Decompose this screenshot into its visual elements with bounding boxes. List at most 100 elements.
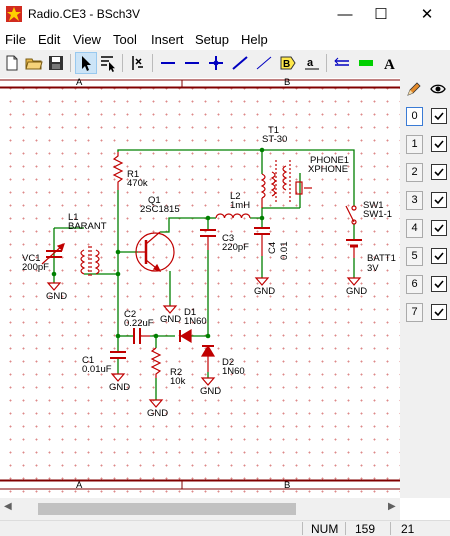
- text-icon[interactable]: A: [380, 53, 400, 73]
- c1-value: 0.01uF: [82, 364, 112, 375]
- layer-row[interactable]: 6: [406, 274, 447, 294]
- layer-row[interactable]: 7: [406, 302, 447, 322]
- checkmark-icon: [434, 168, 444, 177]
- drawing-frame: [0, 79, 400, 490]
- toolbar: B a A: [0, 50, 450, 79]
- c3-value: 220pF: [222, 242, 249, 253]
- d1-value: 1N60: [184, 316, 207, 327]
- phone1-value: XPHONE: [308, 164, 349, 175]
- components: [41, 152, 362, 378]
- entry-icon[interactable]: [332, 53, 352, 73]
- layer-number-button[interactable]: 0: [406, 107, 423, 126]
- schematic-canvas[interactable]: A B A B T1 ST-30 PHONE1 XPHONE R1 470k Q…: [0, 78, 400, 498]
- layer-row[interactable]: 5: [406, 246, 447, 266]
- menu-tool[interactable]: Tool: [113, 32, 137, 47]
- layer-row[interactable]: 2: [406, 162, 447, 182]
- status-num: NUM: [311, 522, 339, 536]
- status-bar: NUM 159 21: [0, 520, 450, 536]
- layer-row[interactable]: 4: [406, 218, 447, 238]
- label-icon[interactable]: B: [278, 53, 298, 73]
- gnd-label-vc1: GND: [46, 291, 68, 302]
- frame-col-top-b: B: [284, 78, 291, 88]
- q1-value: 2SC1815: [140, 204, 180, 215]
- bus-icon[interactable]: [182, 53, 202, 73]
- component-icon[interactable]: [356, 53, 376, 73]
- layer-visible-checkbox[interactable]: [431, 304, 447, 320]
- layer-number-button[interactable]: 1: [406, 135, 423, 154]
- layer-panel: 0 1 2 3 4 5 6 7: [400, 78, 450, 498]
- menu-insert[interactable]: Insert: [151, 32, 184, 47]
- sw1-value: SW1-1: [363, 209, 393, 220]
- checkmark-icon: [434, 224, 444, 233]
- layer-visible-checkbox[interactable]: [431, 164, 447, 180]
- layer-visible-checkbox[interactable]: [431, 136, 447, 152]
- junction-icon[interactable]: [206, 53, 226, 73]
- dash-line-icon[interactable]: [230, 53, 250, 73]
- menu-help[interactable]: Help: [241, 32, 268, 47]
- r1-value: 470k: [127, 178, 148, 189]
- checkmark-icon: [434, 112, 444, 121]
- checkmark-icon: [434, 252, 444, 261]
- scroll-left-icon[interactable]: ◀: [4, 501, 12, 512]
- checkmark-icon: [434, 308, 444, 317]
- menu-edit[interactable]: Edit: [38, 32, 60, 47]
- gnd-label-q1: GND: [160, 314, 182, 325]
- t1-value: ST-30: [262, 134, 288, 145]
- checkmark-icon: [434, 196, 444, 205]
- c4-value: 0.01: [279, 241, 290, 261]
- wire-icon[interactable]: [158, 53, 178, 73]
- minimize-button[interactable]: —: [330, 0, 360, 30]
- menu-bar: File Edit View Tool Insert Setup Help: [0, 30, 450, 50]
- checkmark-icon: [434, 280, 444, 289]
- layer-visible-checkbox[interactable]: [431, 220, 447, 236]
- pencil-icon: [407, 82, 421, 96]
- layer-row[interactable]: 3: [406, 190, 447, 210]
- vc1-value: 200pF: [22, 262, 49, 273]
- frame-col-top-a: A: [76, 78, 83, 88]
- thin-line-icon[interactable]: [254, 53, 274, 73]
- open-file-icon[interactable]: [24, 53, 44, 73]
- window-title: Radio.CE3 - BSch3V: [28, 7, 141, 21]
- label-letter: B: [283, 59, 290, 70]
- horizontal-scrollbar[interactable]: ◀ ▶: [0, 498, 400, 520]
- layer-number-button[interactable]: 2: [406, 163, 423, 182]
- gnd-label-r2: GND: [147, 408, 169, 419]
- scrollbar-thumb[interactable]: [38, 503, 296, 515]
- layer-visible-checkbox[interactable]: [431, 276, 447, 292]
- checkmark-icon: [434, 140, 444, 149]
- layer-visible-checkbox[interactable]: [431, 192, 447, 208]
- layer-number-button[interactable]: 7: [406, 303, 423, 322]
- close-button[interactable]: ✕: [412, 0, 442, 30]
- layer-number-button[interactable]: 6: [406, 275, 423, 294]
- comment-icon[interactable]: a: [302, 53, 322, 73]
- layer-number-button[interactable]: 4: [406, 219, 423, 238]
- gnd-label-c1: GND: [109, 382, 131, 393]
- c2-value: 0.22uF: [124, 318, 154, 329]
- batt1-value: 3V: [367, 263, 379, 274]
- menu-setup[interactable]: Setup: [195, 32, 229, 47]
- app-logo-icon: [6, 6, 22, 22]
- new-file-icon[interactable]: [2, 53, 22, 73]
- gnd-label-batt: GND: [346, 286, 368, 297]
- layer-number-button[interactable]: 5: [406, 247, 423, 266]
- layer-number-button[interactable]: 3: [406, 191, 423, 210]
- l1-value: BARANT: [68, 221, 107, 232]
- status-y: 21: [401, 522, 415, 536]
- tag-tool-icon[interactable]: [128, 53, 148, 73]
- maximize-button[interactable]: ☐: [366, 0, 396, 30]
- title-bar: Radio.CE3 - BSch3V — ☐ ✕: [0, 0, 450, 30]
- text-letter: A: [384, 57, 395, 73]
- scroll-right-icon[interactable]: ▶: [388, 501, 396, 512]
- layer-row[interactable]: 1: [406, 134, 447, 154]
- r2-value: 10k: [170, 376, 186, 387]
- menu-file[interactable]: File: [5, 32, 26, 47]
- layer-visible-checkbox[interactable]: [431, 248, 447, 264]
- layer-visible-checkbox[interactable]: [431, 108, 447, 124]
- layer-row[interactable]: 0: [406, 106, 447, 126]
- frame-col-bottom-a: A: [76, 480, 83, 491]
- menu-view[interactable]: View: [73, 32, 101, 47]
- select-arrow-icon[interactable]: [75, 52, 97, 74]
- eye-icon: [430, 84, 446, 94]
- drag-select-icon[interactable]: [98, 53, 118, 73]
- save-icon[interactable]: [46, 53, 66, 73]
